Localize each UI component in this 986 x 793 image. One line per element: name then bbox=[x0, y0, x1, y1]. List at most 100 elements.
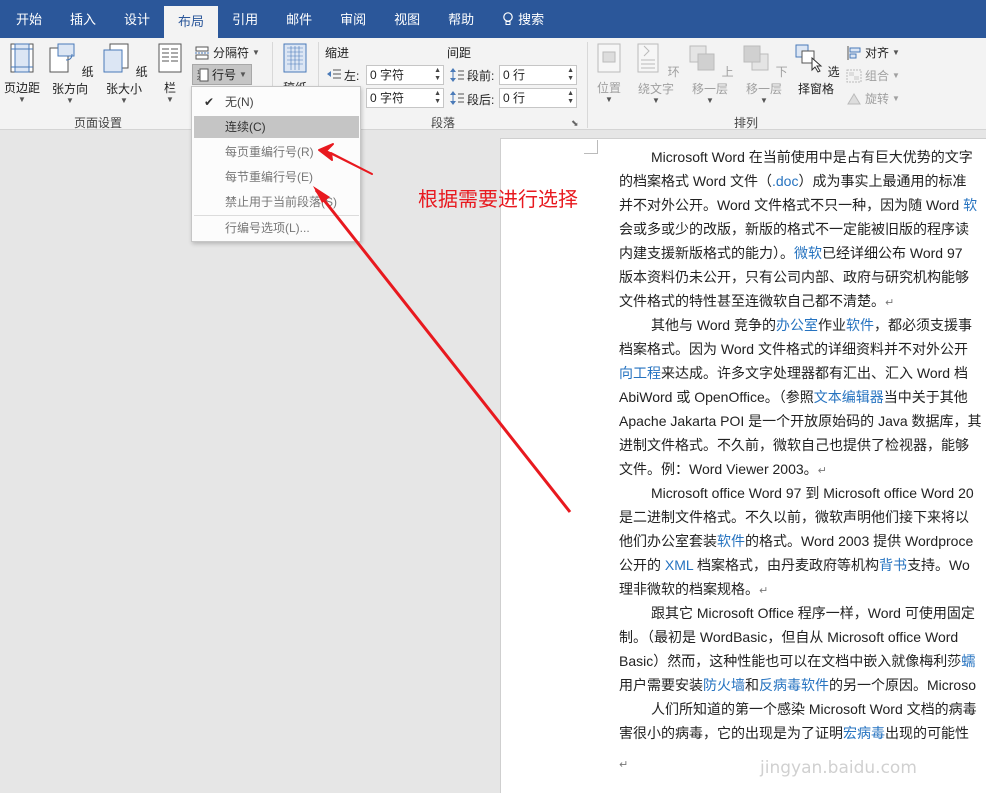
link[interactable]: 办公室 bbox=[776, 317, 818, 333]
menu-item-restart-each-page[interactable]: 每页重编行号(R) bbox=[194, 141, 359, 163]
chevron-down-icon: ▼ bbox=[166, 95, 174, 104]
chevron-down-icon: ▼ bbox=[239, 70, 247, 79]
group-objects-button[interactable]: 组合 ▼ bbox=[846, 67, 900, 84]
margins-label: 页边距 bbox=[3, 81, 40, 95]
menu-item-continuous[interactable]: 连续(C) bbox=[194, 116, 359, 138]
menu-item-restart-each-section[interactable]: 每节重编行号(E) bbox=[194, 166, 359, 188]
chevron-down-icon: ▼ bbox=[760, 96, 768, 105]
chevron-down-icon: ▼ bbox=[892, 94, 900, 103]
paragraph-mark-icon: ↵ bbox=[885, 297, 895, 309]
indent-heading: 缩进 bbox=[325, 46, 350, 60]
menu-item-line-numbering-options[interactable]: 行编号选项(L)... bbox=[194, 217, 359, 239]
spinner-arrows-icon[interactable]: ▲ ▼ bbox=[434, 90, 441, 106]
paper-size-icon bbox=[103, 43, 129, 73]
selection-pane-button[interactable]: 选择窗格 bbox=[790, 42, 842, 97]
link[interactable]: 背书 bbox=[879, 557, 907, 573]
text-line: 档案格式。因为 Word 文件格式的详细资料并不对外公开 bbox=[619, 341, 968, 357]
text-line: 进制文件格式。不久前，微软自己也提供了检视器，能够 bbox=[619, 437, 969, 453]
group-divider bbox=[587, 42, 588, 128]
menu-item-none[interactable]: ✔ 无(N) bbox=[194, 91, 359, 113]
watermark: jingyan.baidu.com bbox=[760, 758, 917, 778]
breaks-button[interactable]: 分隔符 ▼ bbox=[194, 44, 260, 61]
margin-corner-mark bbox=[584, 140, 598, 154]
paragraph-mark-icon: ↵ bbox=[759, 585, 769, 597]
spacing-after-input[interactable]: 0 行 ▲ ▼ bbox=[499, 88, 577, 108]
position-button[interactable]: 位置 ▼ bbox=[592, 42, 626, 104]
spacing-before-input[interactable]: 0 行 ▲ ▼ bbox=[499, 65, 577, 85]
wrap-text-icon bbox=[637, 43, 659, 73]
tab-help[interactable]: 帮助 bbox=[434, 0, 488, 38]
tab-mailings[interactable]: 邮件 bbox=[272, 0, 326, 38]
text-line: 版本资料仍未公开，只有公司内部、政府与研究机构能够 bbox=[619, 269, 969, 285]
tab-view[interactable]: 视图 bbox=[380, 0, 434, 38]
text-line: 用户需要安装防火墙和反病毒软件的另一个原因。Microso bbox=[619, 677, 977, 693]
text-line: 理非微软的档案规格。↵ bbox=[619, 581, 769, 597]
wrap-text-button[interactable]: 环绕文字 ▼ bbox=[630, 42, 682, 105]
text-line: Microsoft Word 在当前使用中是占有巨大优势的文字 bbox=[651, 149, 973, 165]
margins-button[interactable]: 页边距 ▼ bbox=[2, 42, 42, 104]
group-icon bbox=[846, 69, 862, 82]
tab-design[interactable]: 设计 bbox=[110, 0, 164, 38]
bring-forward-button[interactable]: 上移一层 ▼ bbox=[684, 42, 736, 105]
rotate-button[interactable]: 旋转 ▼ bbox=[846, 90, 900, 107]
chevron-down-icon: ▼ bbox=[706, 96, 714, 105]
spacing-after-icon bbox=[450, 91, 464, 105]
spacing-heading: 间距 bbox=[447, 46, 472, 60]
link[interactable]: .doc bbox=[772, 173, 798, 189]
tab-insert[interactable]: 插入 bbox=[56, 0, 110, 38]
link[interactable]: 反病毒软件 bbox=[759, 677, 829, 693]
paragraph-mark-icon: ↵ bbox=[619, 759, 629, 771]
spacing-before-value: 0 行 bbox=[503, 68, 526, 82]
text-line: 的档案格式 Word 文件（.doc）成为事实上最通用的标准 bbox=[619, 173, 967, 189]
text-line: Microsoft office Word 97 到 Microsoft off… bbox=[651, 485, 974, 501]
link[interactable]: XML bbox=[665, 557, 693, 573]
text-line: Apache Jakarta POI 是一个开放原始码的 Java 数据库，其 bbox=[619, 413, 982, 429]
text-line: 跟其它 Microsoft Office 程序一样，Word 可使用固定 bbox=[651, 605, 975, 621]
text-line: AbiWord 或 OpenOffice。（参照文本编辑器当中关于其他 bbox=[619, 389, 968, 405]
tab-review[interactable]: 审阅 bbox=[326, 0, 380, 38]
link[interactable]: 软 bbox=[963, 197, 977, 213]
columns-icon bbox=[158, 43, 182, 73]
columns-label: 栏 bbox=[163, 81, 176, 95]
menu-item-suppress-current-paragraph[interactable]: 禁止用于当前段落(S) bbox=[194, 191, 359, 213]
align-button[interactable]: 对齐 ▼ bbox=[846, 44, 900, 61]
link[interactable]: 防火墙 bbox=[703, 677, 745, 693]
orientation-button[interactable]: 纸张方向 ▼ bbox=[44, 42, 96, 105]
line-numbers-menu: ✔ 无(N) 连续(C) 每页重编行号(R) 每节重编行号(E) 禁止用于当前段落… bbox=[191, 86, 361, 242]
size-button[interactable]: 纸张大小 ▼ bbox=[98, 42, 150, 105]
indent-left-input[interactable]: 0 字符 ▲ ▼ bbox=[366, 65, 444, 85]
ribbon-tab-bar: 开始 插入 设计 布局 引用 邮件 审阅 视图 帮助 搜索 bbox=[0, 0, 986, 38]
text-line: 是二进制文件格式。不久以前，微软声明他们接下来将以 bbox=[619, 509, 969, 525]
tab-references[interactable]: 引用 bbox=[218, 0, 272, 38]
menu-separator bbox=[194, 215, 359, 216]
spinner-arrows-icon[interactable]: ▲ ▼ bbox=[567, 67, 574, 83]
link[interactable]: 软件 bbox=[846, 317, 874, 333]
manuscript-icon bbox=[283, 43, 307, 73]
line-numbers-label: 行号 bbox=[212, 68, 237, 82]
tab-search[interactable]: 搜索 bbox=[488, 0, 558, 38]
tab-home[interactable]: 开始 bbox=[0, 0, 56, 38]
tab-layout[interactable]: 布局 bbox=[164, 6, 219, 38]
line-numbers-button[interactable]: 12 行号 ▼ bbox=[192, 64, 252, 85]
spinner-arrows-icon[interactable]: ▲ ▼ bbox=[567, 90, 574, 106]
margins-icon bbox=[10, 43, 34, 73]
link[interactable]: 宏病毒 bbox=[843, 725, 885, 741]
annotation-text: 根据需要进行选择 bbox=[418, 187, 578, 211]
indent-right-input[interactable]: 0 字符 ▲ ▼ bbox=[366, 88, 444, 108]
link[interactable]: 微软 bbox=[794, 245, 822, 261]
columns-button[interactable]: 栏 ▼ bbox=[152, 42, 188, 104]
link[interactable]: 向工程 bbox=[619, 365, 661, 381]
spinner-arrows-icon[interactable]: ▲ ▼ bbox=[434, 67, 441, 83]
send-backward-button[interactable]: 下移一层 ▼ bbox=[738, 42, 790, 105]
text-line: 向工程来达成。许多文字处理器都有汇出、汇入 Word 档 bbox=[619, 365, 968, 381]
chevron-down-icon: ▼ bbox=[605, 95, 613, 104]
link[interactable]: 软件 bbox=[717, 533, 745, 549]
arrange-group-label: 排列 bbox=[733, 116, 758, 130]
link[interactable]: 蠕 bbox=[961, 653, 975, 669]
chevron-down-icon: ▼ bbox=[892, 71, 900, 80]
chevron-down-icon: ▼ bbox=[18, 95, 26, 104]
dialog-launcher-icon[interactable]: ⬊ bbox=[571, 118, 579, 129]
document-body[interactable]: Microsoft Word 在当前使用中是占有巨大优势的文字 的档案格式 Wo… bbox=[619, 145, 986, 785]
link[interactable]: 文本编辑器 bbox=[814, 389, 884, 405]
text-line: 他们办公室套装软件的格式。Word 2003 提供 Wordproce bbox=[619, 533, 974, 549]
